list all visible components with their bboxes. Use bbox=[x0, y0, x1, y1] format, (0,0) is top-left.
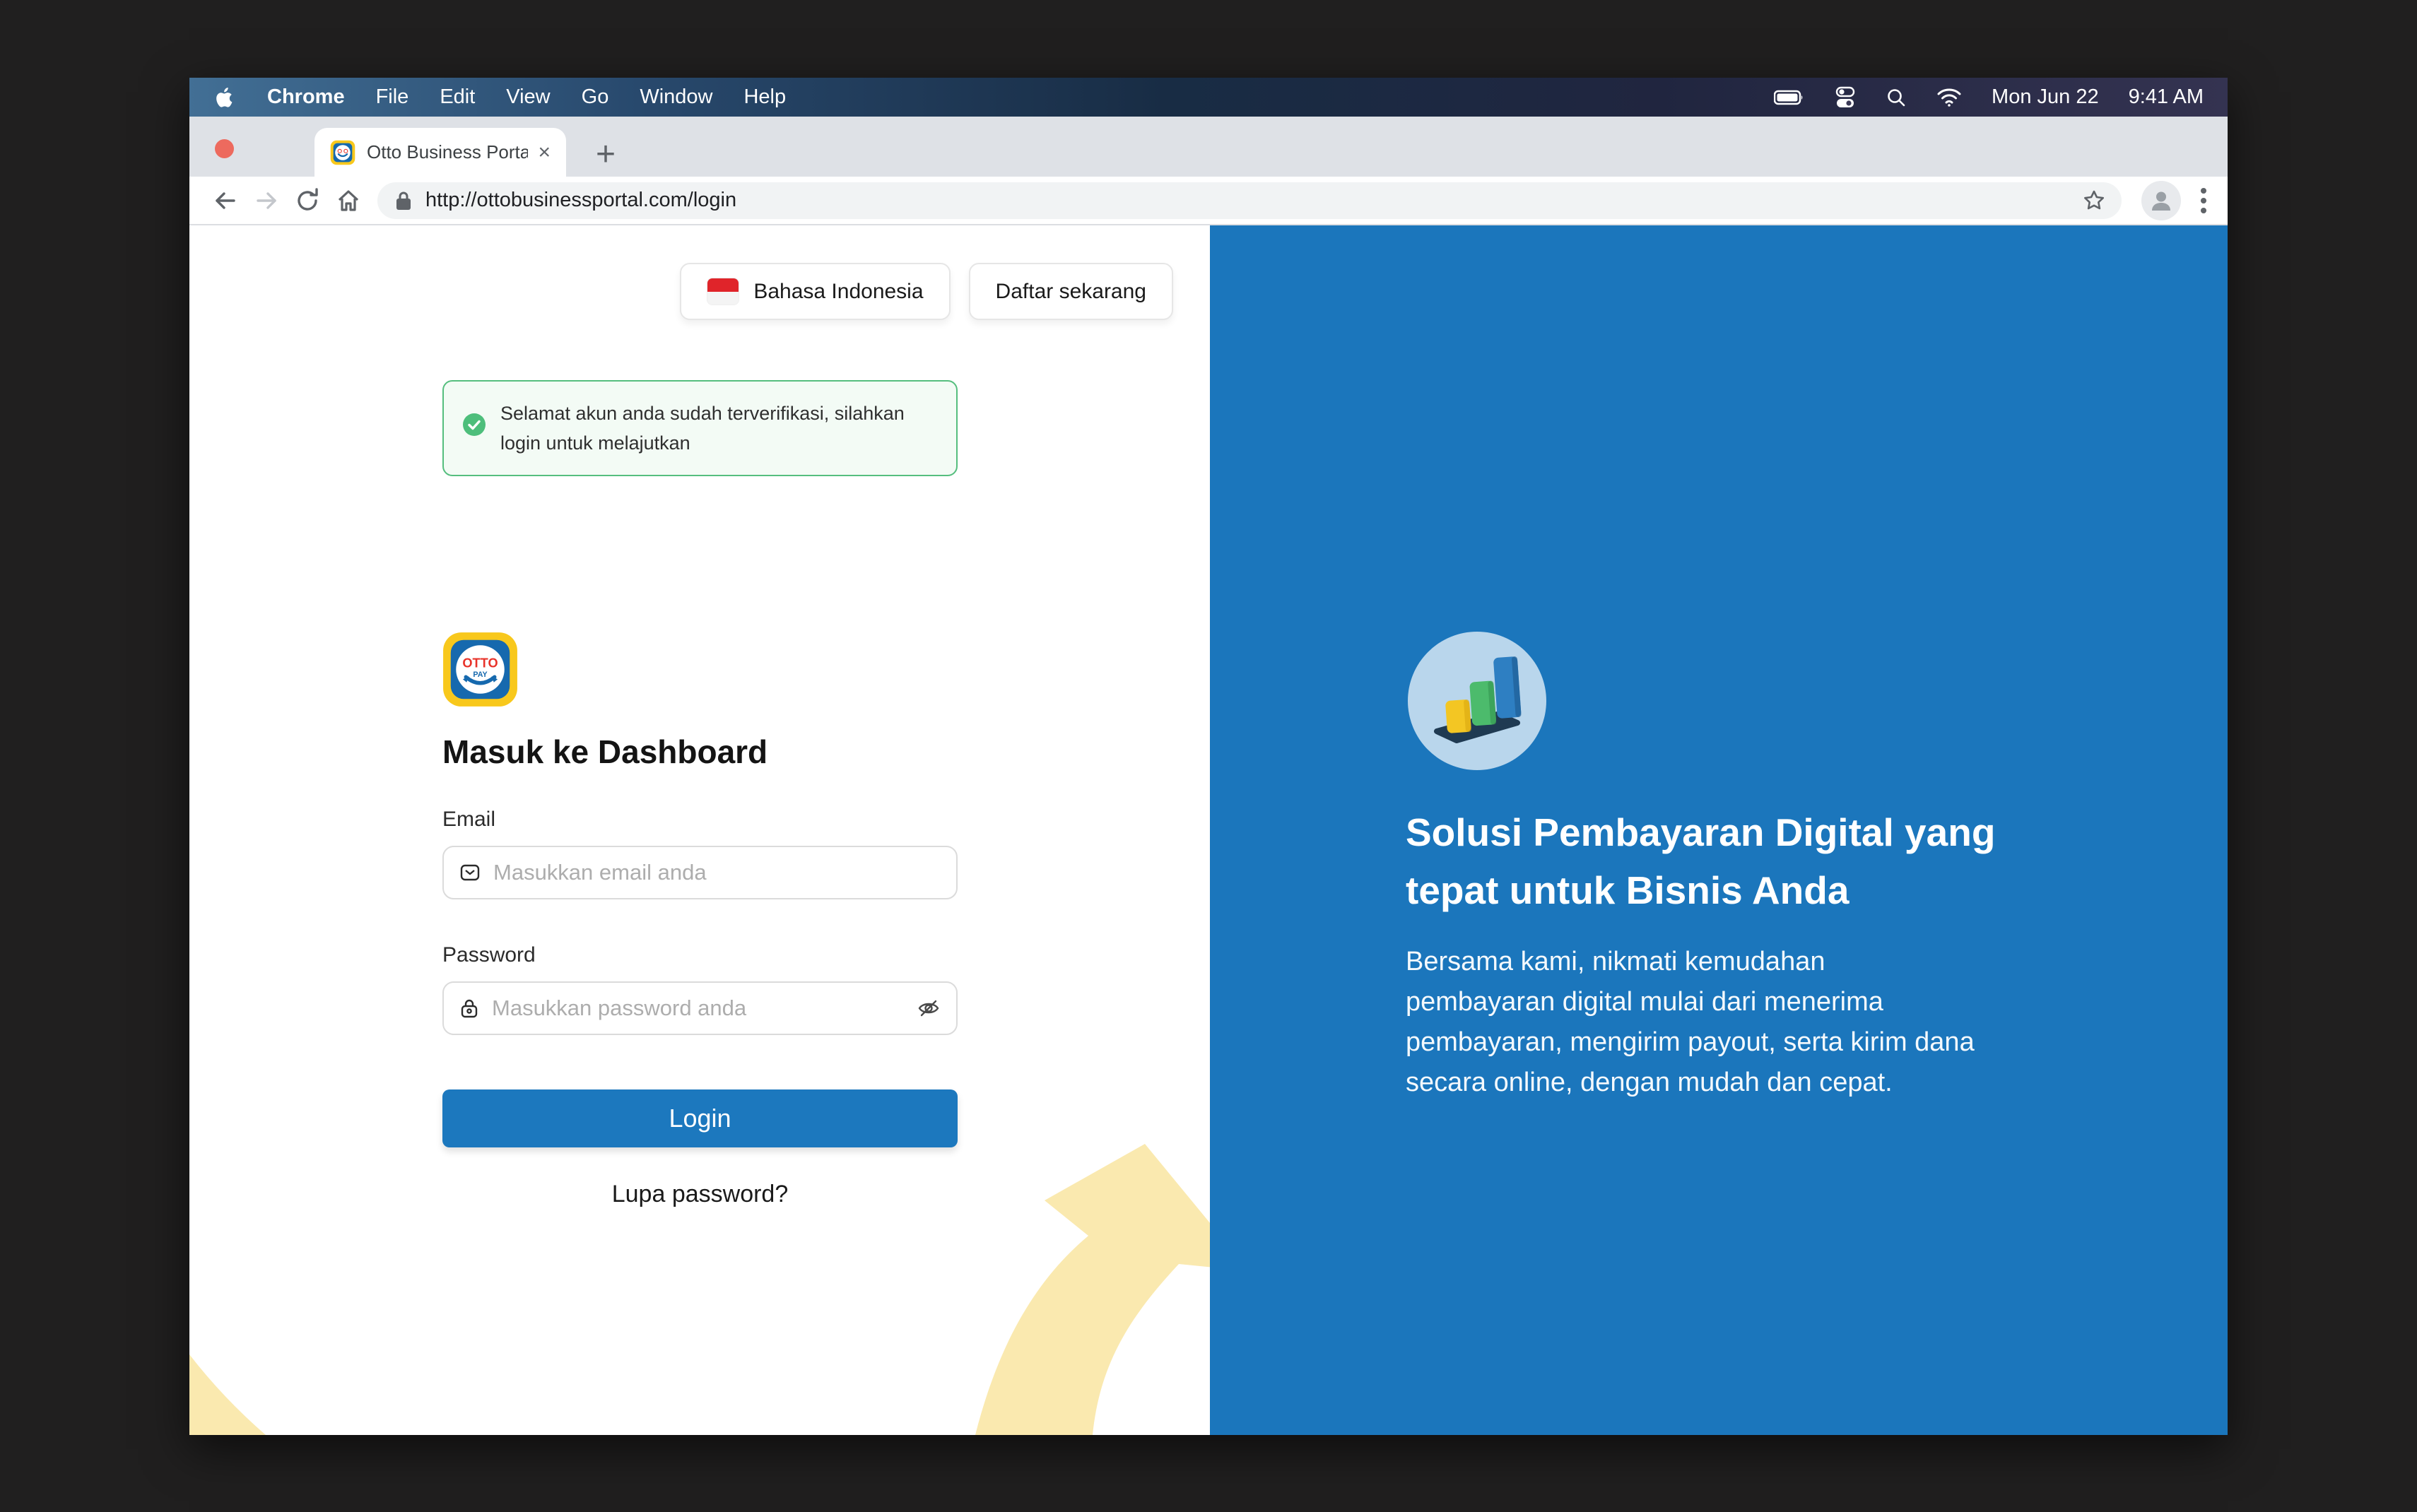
hero-panel: Solusi Pembayaran Digital yang tepat unt… bbox=[1210, 225, 2228, 1435]
menubar-item-go[interactable]: Go bbox=[582, 85, 609, 109]
chrome-toolbar: http://ottobusinessportal.com/login bbox=[189, 177, 2228, 225]
battery-icon[interactable] bbox=[1774, 89, 1805, 106]
padlock-icon[interactable] bbox=[394, 190, 413, 211]
login-panel: Bahasa Indonesia Daftar sekarang Selamat… bbox=[189, 225, 1210, 1435]
url-text[interactable]: http://ottobusinessportal.com/login bbox=[425, 189, 2082, 212]
forgot-password-link[interactable]: Lupa password? bbox=[442, 1181, 958, 1208]
email-field-wrap bbox=[442, 846, 958, 899]
bar-chart-illustration bbox=[1408, 632, 1546, 770]
spotlight-icon[interactable] bbox=[1886, 87, 1907, 108]
wifi-icon[interactable] bbox=[1936, 88, 1962, 107]
eye-off-icon[interactable] bbox=[917, 998, 941, 1019]
fullscreen-window-button[interactable] bbox=[290, 139, 309, 158]
browser-tab[interactable]: Otto Business Portal × bbox=[314, 128, 566, 177]
kebab-menu-icon[interactable] bbox=[2199, 185, 2208, 216]
menubar-date[interactable]: Mon Jun 22 bbox=[1992, 85, 2099, 109]
back-icon[interactable] bbox=[205, 180, 246, 221]
menubar-item-window[interactable]: Window bbox=[640, 85, 712, 109]
tab-close-icon[interactable]: × bbox=[538, 141, 551, 165]
home-icon[interactable] bbox=[328, 180, 369, 221]
email-icon bbox=[459, 862, 481, 883]
menubar-item-file[interactable]: File bbox=[376, 85, 409, 109]
indonesia-flag-icon bbox=[707, 278, 739, 305]
password-label: Password bbox=[442, 943, 536, 967]
menubar-item-view[interactable]: View bbox=[506, 85, 550, 109]
reload-icon[interactable] bbox=[287, 180, 328, 221]
logo-text-secondary: PAY bbox=[473, 671, 487, 679]
lock-icon bbox=[459, 998, 479, 1019]
new-tab-button[interactable]: + bbox=[596, 133, 616, 177]
chrome-tabstrip: Otto Business Portal × + bbox=[189, 117, 2228, 177]
menubar-item-chrome[interactable]: Chrome bbox=[267, 85, 345, 109]
profile-icon[interactable] bbox=[2141, 181, 2181, 220]
success-alert-text: Selamat akun anda sudah terverifikasi, s… bbox=[500, 403, 905, 454]
tab-title: Otto Business Portal bbox=[367, 141, 528, 163]
menubar-time[interactable]: 9:41 AM bbox=[2129, 85, 2204, 109]
login-heading: Masuk ke Dashboard bbox=[442, 733, 768, 771]
success-alert: Selamat akun anda sudah terverifikasi, s… bbox=[442, 380, 958, 476]
email-input[interactable] bbox=[492, 859, 941, 886]
macos-screen: Chrome File Edit View Go Window Help Mon… bbox=[189, 78, 2228, 1435]
ottopay-logo: OTTO PAY bbox=[442, 632, 518, 707]
star-icon[interactable] bbox=[2082, 189, 2106, 213]
language-button-label: Bahasa Indonesia bbox=[753, 280, 923, 304]
apple-icon[interactable] bbox=[213, 86, 236, 109]
hero-title: Solusi Pembayaran Digital yang tepat unt… bbox=[1406, 803, 2042, 919]
page-content: Bahasa Indonesia Daftar sekarang Selamat… bbox=[189, 225, 2228, 1435]
forward-icon[interactable] bbox=[246, 180, 287, 221]
tab-favicon bbox=[330, 140, 355, 165]
login-button[interactable]: Login bbox=[442, 1089, 958, 1147]
register-button-label: Daftar sekarang bbox=[996, 280, 1146, 304]
check-circle-icon bbox=[462, 413, 486, 445]
minimize-window-button[interactable] bbox=[252, 139, 271, 158]
language-button[interactable]: Bahasa Indonesia bbox=[680, 263, 950, 320]
address-bar[interactable]: http://ottobusinessportal.com/login bbox=[377, 182, 2122, 219]
register-button[interactable]: Daftar sekarang bbox=[969, 263, 1173, 320]
menubar-item-help[interactable]: Help bbox=[743, 85, 786, 109]
hero-body: Bersama kami, nikmati kemudahan pembayar… bbox=[1406, 942, 1977, 1103]
logo-text-primary: OTTO bbox=[462, 656, 498, 670]
menubar-item-edit[interactable]: Edit bbox=[440, 85, 475, 109]
macos-menubar: Chrome File Edit View Go Window Help Mon… bbox=[189, 78, 2228, 117]
email-label: Email bbox=[442, 808, 495, 832]
password-field-wrap bbox=[442, 981, 958, 1035]
control-center-icon[interactable] bbox=[1835, 86, 1856, 109]
password-input[interactable] bbox=[490, 995, 917, 1022]
close-window-button[interactable] bbox=[215, 139, 234, 158]
